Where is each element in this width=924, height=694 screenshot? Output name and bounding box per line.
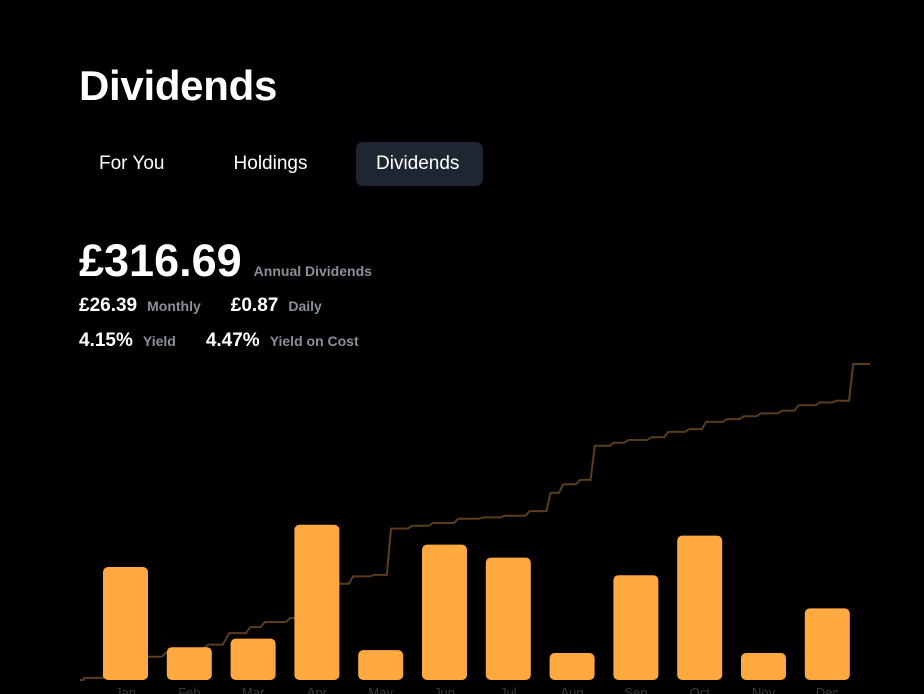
bar-may[interactable] [358, 650, 404, 680]
tab-holdings[interactable]: Holdings [192, 142, 349, 186]
bar-nov[interactable] [741, 653, 786, 680]
annual-dividends-label: Annual Dividends [253, 263, 372, 279]
bar-sep[interactable] [613, 575, 659, 680]
yield-label: Yield [142, 333, 176, 349]
bar-jul[interactable] [485, 557, 531, 680]
bar-apr[interactable] [294, 524, 340, 680]
monthly-value: £26.39 [79, 295, 138, 316]
month-label-apr: Apr [307, 685, 328, 694]
cumulative-line-layer [80, 363, 870, 681]
month-label-aug: Aug [561, 685, 584, 694]
page-title: Dividends [79, 62, 278, 109]
bar-jan[interactable] [103, 567, 148, 680]
bar-dec[interactable] [804, 608, 850, 680]
monthly-label: Monthly [147, 298, 201, 314]
cumulative-dividends-line [80, 363, 870, 681]
tab-for-you[interactable]: For You [79, 142, 186, 186]
tab-bar: For You Holdings Dividends [79, 142, 483, 186]
bar-aug[interactable] [549, 653, 595, 680]
bar-feb[interactable] [166, 647, 212, 680]
dividends-page: Dividends For You Holdings Dividends £31… [0, 0, 924, 694]
bar-oct[interactable] [677, 535, 723, 680]
month-label-jun: Jun [434, 685, 455, 694]
yield-value: 4.15% [79, 330, 133, 351]
bar-jun[interactable] [422, 544, 467, 680]
month-label-dec: Dec [816, 685, 840, 694]
month-label-nov: Nov [752, 685, 776, 694]
annual-dividends: £316.69 Annual Dividends [79, 236, 372, 286]
month-label-may: May [368, 685, 393, 694]
dividend-chart: Jan Feb Mar Apr May Jun Jul Aug Sep Oct Nov Dec [80, 363, 870, 694]
yield-stats-row: 4.15% Yield 4.47% Yield on Cost [79, 330, 359, 352]
yield-on-cost-label: Yield on Cost [269, 333, 359, 349]
month-label-oct: Oct [690, 685, 711, 694]
bars-layer [103, 524, 850, 680]
month-label-jul: Jul [500, 685, 517, 694]
annual-dividends-value: £316.69 [79, 235, 242, 286]
month-label-jan: Jan [115, 685, 136, 694]
month-label-feb: Feb [178, 685, 200, 694]
month-labels-layer: Jan Feb Mar Apr May Jun Jul Aug Sep Oct Nov Dec [115, 685, 839, 694]
month-label-sep: Sep [624, 685, 647, 694]
tab-dividends[interactable]: Dividends [356, 142, 483, 186]
bar-mar[interactable] [230, 638, 276, 680]
daily-value: £0.87 [230, 295, 279, 316]
daily-label: Daily [288, 298, 322, 314]
income-stats-row: £26.39 Monthly £0.87 Daily [79, 295, 322, 317]
yield-on-cost-value: 4.47% [205, 330, 260, 351]
month-label-mar: Mar [242, 685, 265, 694]
